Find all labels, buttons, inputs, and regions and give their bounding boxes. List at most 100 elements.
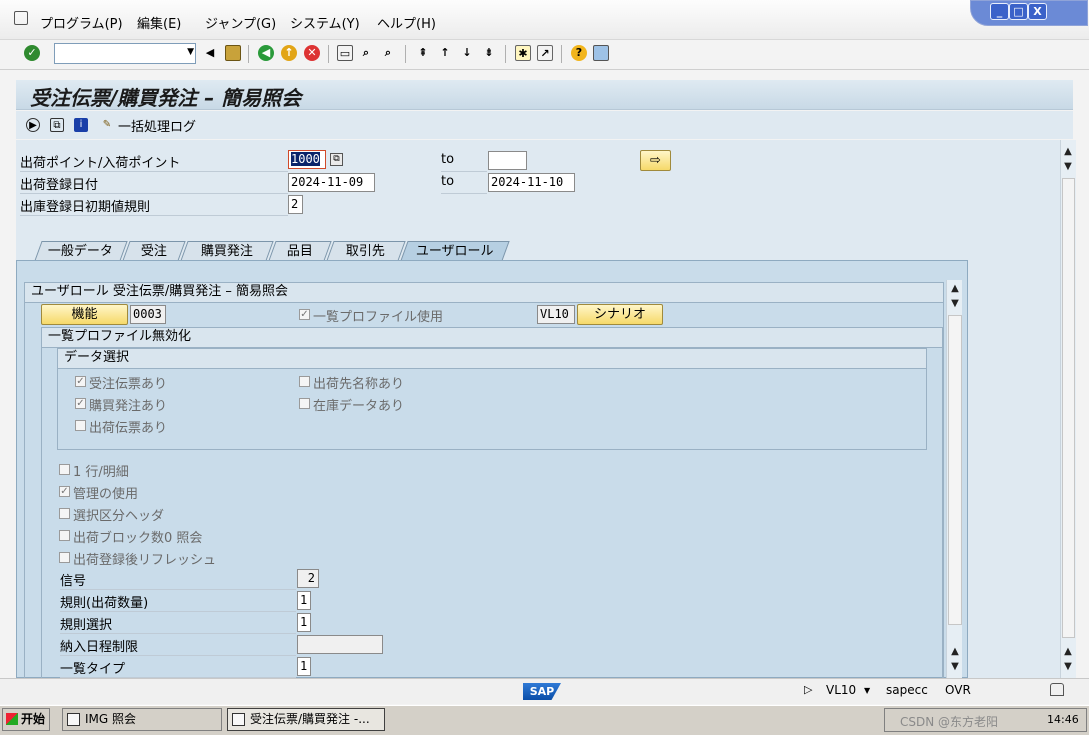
scenario-button[interactable]: シナリオ [577, 304, 663, 325]
chevron-down-icon[interactable]: ▼ [864, 686, 870, 695]
function-button[interactable]: 機能 [41, 304, 128, 325]
window-icon [232, 713, 245, 726]
taskbar-item-img[interactable]: IMG 照会 [62, 708, 222, 731]
tab-purchase-order[interactable]: 購買発注 [180, 241, 274, 261]
execute-icon[interactable]: ▶ [26, 118, 40, 132]
menu-program[interactable]: プログラム(P) [40, 13, 123, 32]
one-line-checkbox[interactable] [59, 464, 70, 475]
find-next-icon[interactable]: ⌕ [380, 45, 396, 61]
shipping-point-from-field[interactable]: 1000 [288, 150, 326, 169]
layout-menu-icon[interactable] [593, 45, 609, 61]
menu-goto[interactable]: ジャンプ(G) [205, 13, 276, 32]
menu-edit[interactable]: 編集(E) [137, 13, 181, 32]
tab-general[interactable]: 一般データ [34, 241, 128, 261]
delivery-limit-field[interactable] [297, 635, 383, 654]
prev-page-icon[interactable]: ↑ [437, 45, 453, 61]
cancel-icon[interactable]: ✕ [304, 45, 320, 61]
variant-icon[interactable]: ⧉ [50, 118, 64, 132]
scroll-down-icon[interactable]: ▼ [1061, 661, 1075, 672]
restore-button[interactable]: □ [1009, 3, 1028, 20]
batch-log-icon[interactable]: ✎ [100, 118, 114, 132]
save-icon[interactable] [225, 45, 241, 61]
scroll-down-icon[interactable]: ▼ [948, 298, 962, 309]
multiple-selection-arrow-button[interactable]: ⇨ [640, 150, 671, 171]
menu-system[interactable]: システム(Y) [290, 13, 360, 32]
shipping-point-to-field[interactable] [488, 151, 527, 170]
scroll-up-icon[interactable]: ▲ [1061, 646, 1075, 657]
title-bar: 受注伝票/購買発注 – 簡易照会 [16, 80, 1073, 110]
menu-help[interactable]: ヘルプ(H) [377, 13, 436, 32]
find-icon[interactable]: ⌕ [358, 45, 374, 61]
ship-to-name-checkbox[interactable] [299, 376, 310, 387]
delivery-checkbox[interactable] [75, 420, 86, 431]
back-icon[interactable]: ◀ [258, 45, 274, 61]
command-field[interactable]: ▼ [54, 43, 196, 64]
scroll-up-icon[interactable]: ▲ [948, 646, 962, 657]
rule-sel-field[interactable]: 1 [297, 613, 311, 632]
function-code-field[interactable]: 0003 [130, 305, 166, 324]
sales-order-checkbox[interactable]: ✓ [75, 376, 86, 387]
shortcut-icon[interactable]: ↗ [537, 45, 553, 61]
exit-icon[interactable]: ↑ [281, 45, 297, 61]
block-zero-checkbox[interactable] [59, 530, 70, 541]
minimize-button[interactable]: _ [990, 3, 1009, 20]
first-page-icon[interactable]: ⇞ [415, 45, 431, 61]
transaction-code[interactable]: VL10 [826, 683, 856, 697]
help-icon[interactable]: ? [571, 45, 587, 61]
server-name: sapecc [886, 683, 928, 697]
back-small-icon[interactable]: ◀ [202, 45, 218, 61]
mgmt-use-checkbox[interactable]: ✓ [59, 486, 70, 497]
scroll-up-icon[interactable]: ▲ [948, 283, 962, 294]
last-page-icon[interactable]: ⇟ [481, 45, 497, 61]
info-icon[interactable]: i [74, 118, 88, 132]
tab-sales-order[interactable]: 受注 [122, 241, 186, 261]
tab-label: 取引先 [346, 244, 386, 259]
tab-user-role[interactable]: ユーザロール [400, 241, 510, 261]
rule-qty-field[interactable]: 1 [297, 591, 311, 610]
inner-scroll-thumb[interactable] [948, 315, 962, 625]
start-button[interactable]: 开始 [2, 708, 50, 731]
multiple-selection-icon[interactable]: ⧉ [330, 153, 343, 166]
outer-scroll-thumb[interactable] [1062, 178, 1075, 638]
chevron-down-icon[interactable]: ▼ [187, 47, 194, 57]
signal-field[interactable]: 2 [297, 569, 319, 588]
clock: 14:46 [1047, 713, 1079, 726]
tab-partner[interactable]: 取引先 [326, 241, 406, 261]
separator [248, 45, 249, 63]
stock-data-checkbox[interactable] [299, 398, 310, 409]
separator [328, 45, 329, 63]
separator [505, 45, 506, 63]
new-session-icon[interactable]: ✱ [515, 45, 531, 61]
tab-label: 購買発注 [200, 244, 253, 259]
list-profile-field[interactable]: VL10 [537, 305, 575, 324]
input-mode[interactable]: OVR [945, 683, 971, 697]
batch-log-button[interactable]: 一括処理ログ [118, 116, 196, 135]
group-title: ユーザロール 受注伝票/購買発注 – 簡易照会 [25, 283, 943, 303]
tab-material[interactable]: 品目 [268, 241, 332, 261]
scroll-down-icon[interactable]: ▼ [948, 661, 962, 672]
close-window-button[interactable]: X [1028, 3, 1047, 20]
creation-date-to-field[interactable]: 2024-11-10 [488, 173, 575, 192]
next-page-icon[interactable]: ↓ [459, 45, 475, 61]
scroll-up-icon[interactable]: ▲ [1061, 146, 1075, 157]
sales-order-label: 受注伝票あり [89, 377, 168, 392]
group-title: 一覧プロファイル無効化 [42, 328, 942, 348]
menu-icon[interactable] [14, 11, 28, 25]
use-list-profile-checkbox[interactable]: ✓ [299, 309, 310, 320]
status-arrow-icon[interactable]: ▷ [804, 683, 812, 696]
list-type-field[interactable]: 1 [297, 657, 311, 676]
ship-to-name-label: 出荷先名称あり [313, 377, 405, 392]
purchase-order-checkbox[interactable]: ✓ [75, 398, 86, 409]
window-icon [67, 713, 80, 726]
lock-icon[interactable] [1050, 683, 1064, 696]
refresh-after-checkbox[interactable] [59, 552, 70, 563]
scroll-down-icon[interactable]: ▼ [1061, 161, 1075, 172]
enter-icon[interactable]: ✓ [24, 45, 40, 61]
signal-label: 信号 [60, 570, 296, 590]
default-rule-field[interactable]: 2 [288, 195, 303, 214]
sel-header-checkbox[interactable] [59, 508, 70, 519]
application-toolbar: ▶ ⧉ i ✎ 一括処理ログ [16, 111, 1073, 139]
taskbar-item-active[interactable]: 受注伝票/購買発注 -... [227, 708, 385, 731]
creation-date-from-field[interactable]: 2024-11-09 [288, 173, 375, 192]
print-icon[interactable]: ▭ [337, 45, 353, 61]
